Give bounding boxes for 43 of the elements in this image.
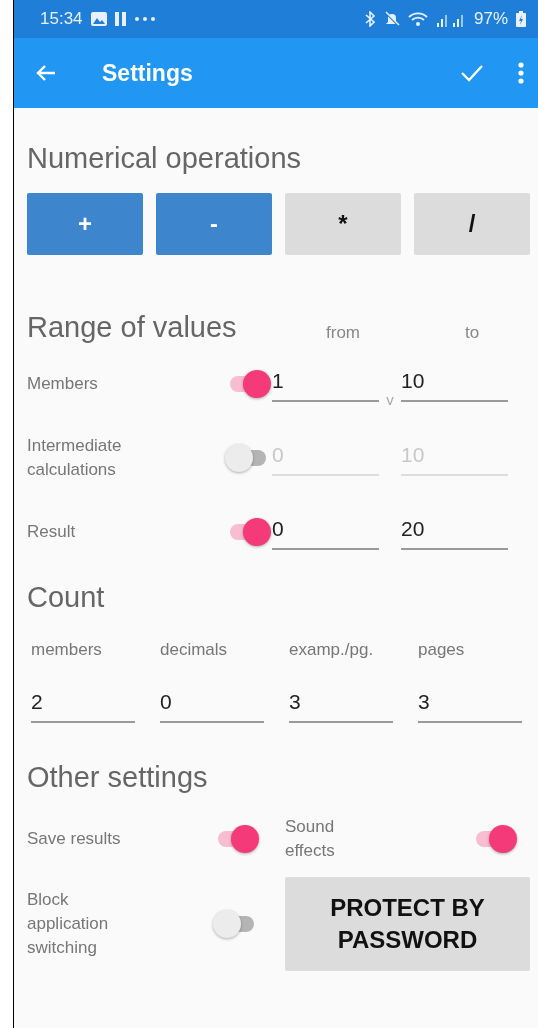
row-label: Intermediate calculations — [27, 435, 123, 481]
column-header: to — [464, 323, 480, 343]
image-icon — [90, 12, 107, 26]
bluetooth-icon — [363, 11, 376, 27]
column-header: pages — [417, 639, 466, 661]
input-field[interactable]: 2 — [31, 687, 135, 723]
status-time: 15:34 — [40, 9, 83, 29]
back-icon[interactable] — [36, 64, 56, 82]
column-header: members — [30, 639, 103, 661]
column-header: examp./pg. — [288, 639, 375, 661]
section-title: Count — [27, 579, 106, 615]
column-header: decimals — [159, 639, 229, 661]
operation-button[interactable]: / — [414, 193, 530, 255]
input-field[interactable]: 20 — [401, 514, 508, 550]
row-label: Result — [27, 521, 77, 543]
password-button[interactable]: PROTECT BY PASSWORD — [285, 877, 530, 971]
wifi-icon — [407, 11, 428, 27]
input-field[interactable]: 10 — [401, 366, 508, 402]
operation-button[interactable]: - — [156, 193, 272, 255]
more-icon — [134, 17, 155, 21]
section-title: Other settings — [27, 759, 209, 795]
mute-icon — [383, 11, 400, 27]
pause-icon — [114, 12, 127, 26]
section-title: Numerical operations — [27, 140, 302, 176]
column-header: from — [326, 323, 360, 343]
section-title: Range of values — [27, 309, 238, 345]
separator-mark: v — [386, 390, 394, 408]
input-field[interactable]: 1 — [272, 366, 379, 402]
setting-label: Sound effects — [285, 816, 336, 862]
battery-percent: 97% — [473, 9, 508, 29]
input-field[interactable]: 3 — [289, 687, 393, 723]
input-field[interactable]: 0 — [160, 687, 264, 723]
battery-icon — [516, 11, 526, 27]
screen-title: Settings — [102, 59, 193, 87]
check-icon[interactable] — [460, 64, 484, 82]
operation-button[interactable]: + — [27, 193, 143, 255]
input-field[interactable]: 0 — [272, 514, 379, 550]
operation-button[interactable]: * — [285, 193, 401, 255]
input-field[interactable]: 3 — [418, 687, 522, 723]
setting-label: Save results — [27, 828, 121, 850]
setting-label: Block application switching — [27, 889, 110, 959]
more-menu-icon[interactable] — [518, 62, 524, 84]
row-label: Members — [27, 373, 99, 395]
